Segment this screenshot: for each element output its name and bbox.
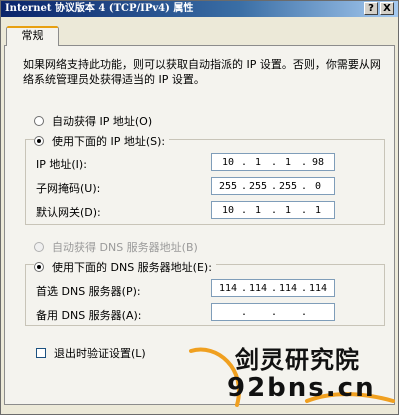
pdns-octet-4: 114 [308,282,328,294]
gw-octet-1: 10 [221,204,235,216]
close-button[interactable]: X [380,2,394,15]
dot: . [271,204,278,216]
mask-octet-4: 0 [314,180,322,192]
dns-auto-radio-row: 自动获得 DNS 服务器地址(B) [34,239,198,255]
tab-accent [7,26,58,28]
watermark-line2: 92bns.cn [227,373,376,403]
validate-on-exit-checkbox[interactable] [36,348,46,358]
dot: . [241,180,248,192]
pdns-octet-3: 114 [278,282,298,294]
pdns-octet-1: 114 [218,282,238,294]
preferred-dns-input[interactable]: 114. 114. 114. 114 [211,279,335,297]
preferred-dns-label: 首选 DNS 服务器(P): [36,285,141,298]
tcpip-properties-dialog: Internet 协议版本 4 (TCP/IPv4) 属性 ? X 常规 如果网… [0,0,399,415]
tab-general[interactable]: 常规 [6,26,59,46]
default-gateway-label: 默认网关(D): [36,206,101,219]
default-gateway-input[interactable]: 10. 1. 1. 1 [211,201,335,219]
gw-octet-2: 1 [254,204,262,216]
description-text: 如果网络支持此功能，则可以获取自动指派的 IP 设置。否则，你需要从网络系统管理… [23,58,381,86]
ip-auto-radio[interactable] [34,116,44,126]
dns-auto-radio [34,242,44,252]
dot: . [241,282,248,294]
ip-manual-radio-row[interactable]: 使用下面的 IP 地址(S): [34,133,170,149]
dot: . [271,282,278,294]
mask-octet-1: 255 [218,180,238,192]
dot: . [301,180,308,192]
gw-octet-3: 1 [284,204,292,216]
dot: . [271,156,278,168]
dot: . [301,204,308,216]
ip-octet-1: 10 [221,156,235,168]
watermark-line1: 剑灵研究院 [235,346,360,374]
dns-manual-radio[interactable] [34,262,44,272]
pdns-octet-2: 114 [248,282,268,294]
dot: . [301,306,308,318]
dot: . [301,282,308,294]
ip-address-label: IP 地址(I): [36,158,87,171]
dot: . [271,180,278,192]
gw-octet-4: 1 [314,204,322,216]
mask-octet-3: 255 [278,180,298,192]
dns-auto-label: 自动获得 DNS 服务器地址(B) [52,241,198,254]
dns-manual-radio-row[interactable]: 使用下面的 DNS 服务器地址(E): [34,259,216,275]
dot: . [241,306,248,318]
ip-manual-radio[interactable] [34,136,44,146]
ip-octet-2: 1 [254,156,262,168]
validate-on-exit-label: 退出时验证设置(L) [54,347,146,360]
dot: . [301,156,308,168]
subnet-mask-input[interactable]: 255. 255. 255. 0 [211,177,335,195]
mask-octet-2: 255 [248,180,268,192]
ip-octet-3: 1 [284,156,292,168]
help-button[interactable]: ? [364,2,378,15]
dot: . [241,156,248,168]
alternate-dns-input[interactable]: . . . [211,303,335,321]
validate-on-exit-row[interactable]: 退出时验证设置(L) [36,345,146,361]
dns-manual-label: 使用下面的 DNS 服务器地址(E): [52,261,212,274]
ip-manual-label: 使用下面的 IP 地址(S): [52,135,166,148]
ip-address-input[interactable]: 10. 1. 1. 98 [211,153,335,171]
dot: . [241,204,248,216]
ip-auto-label: 自动获得 IP 地址(O) [52,115,153,128]
dot: . [271,306,278,318]
ip-auto-radio-row[interactable]: 自动获得 IP 地址(O) [34,113,152,129]
tab-general-label: 常规 [21,29,44,42]
window-title: Internet 协议版本 4 (TCP/IPv4) 属性 [5,3,194,14]
subnet-mask-label: 子网掩码(U): [36,182,101,195]
ip-octet-4: 98 [311,156,325,168]
title-bar[interactable]: Internet 协议版本 4 (TCP/IPv4) 属性 ? X [1,1,398,17]
alternate-dns-label: 备用 DNS 服务器(A): [36,309,142,322]
